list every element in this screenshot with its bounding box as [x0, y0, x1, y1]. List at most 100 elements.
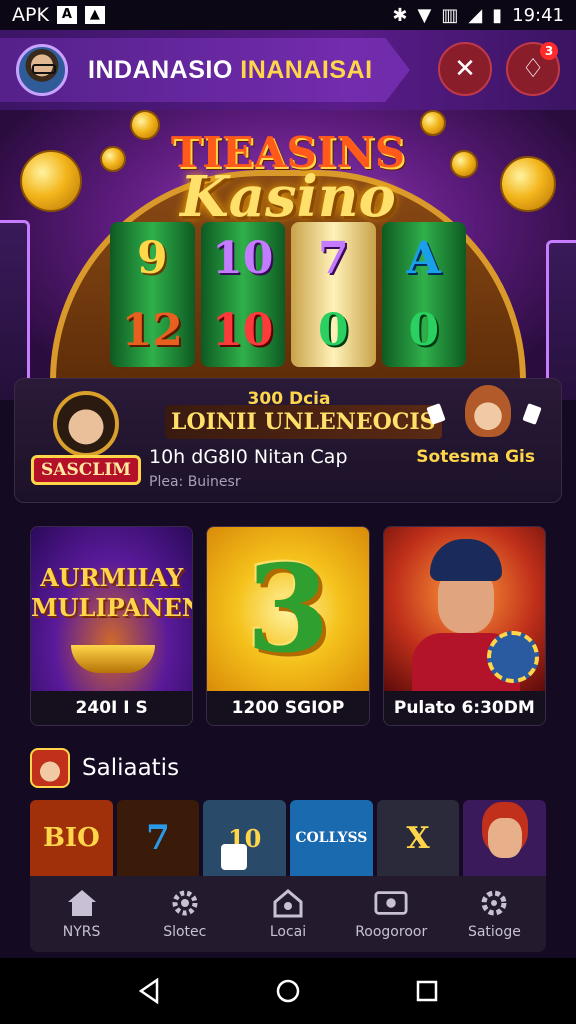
reel-symbol: 9	[136, 232, 168, 284]
player-crest: SASCLIM	[31, 389, 141, 499]
panel-heading: LOINII UNLENEOCIS	[165, 405, 442, 439]
close-button[interactable]: ✕	[438, 42, 492, 96]
player-subtitle: Plea: Buinesr	[149, 474, 241, 490]
back-button[interactable]	[129, 971, 169, 1011]
side-machine-right	[546, 240, 576, 400]
dealer-avatar	[465, 385, 511, 437]
reel-symbol: 12	[121, 305, 183, 357]
nav-item-home[interactable]: NYRS	[30, 876, 133, 952]
house-icon	[271, 888, 305, 918]
settings-icon	[477, 888, 511, 918]
notifications-button[interactable]: ♢ 3	[506, 42, 560, 96]
home-icon	[65, 888, 99, 918]
reel-symbol: 10	[212, 305, 274, 357]
mini-tile-text: BIO	[42, 823, 100, 853]
mini-tile-text: COLLYSS	[295, 830, 368, 846]
bottom-nav: NYRS Slotec Locai Roogoroor Satioge	[30, 876, 546, 952]
home-button[interactable]	[268, 971, 308, 1011]
screen-icon	[374, 888, 408, 918]
game-tiles: AURMIIAY MULIPANEN 240I I S 3 1200 SGIOP…	[30, 526, 546, 726]
reel-symbol: 0	[408, 305, 440, 357]
vibrate-icon: ▥	[441, 4, 459, 26]
nav-label: NYRS	[62, 924, 101, 940]
character-face	[487, 818, 522, 858]
tile-label: Pulato 6:30DM	[383, 691, 545, 725]
dice-icon	[221, 844, 248, 870]
system-nav-bar	[0, 958, 576, 1024]
mini-game-tile[interactable]: 7	[116, 800, 200, 876]
logo-main-text: Kasino	[180, 164, 396, 230]
reel: 9 12	[110, 222, 195, 367]
clock: 19:41	[512, 4, 564, 26]
notification-badge: 3	[540, 42, 558, 60]
game-tile[interactable]: 3 1200 SGIOP	[206, 526, 370, 726]
tile-title: AURMIIAY MULIPANEN	[31, 563, 194, 622]
tile-art: AURMIIAY MULIPANEN	[31, 527, 194, 693]
signal-icon: ◢	[468, 4, 483, 26]
hero-banner[interactable]: TIEASINS Kasino 9 12 10 10 7 0 A 0	[0, 110, 576, 400]
status-bar: APK A ▲ ✱ ▼ ▥ ◢ ▮ 19:41	[0, 0, 576, 30]
player-info: 10h dG8I0 Nitan Cap	[149, 446, 348, 468]
bell-icon: ♢	[521, 54, 545, 84]
tile-label: 240I I S	[31, 691, 193, 725]
nav-item-record[interactable]: Roogoroor	[340, 876, 443, 952]
slot-reels: 9 12 10 10 7 0 A 0	[110, 222, 466, 367]
mini-tile-text: 7	[146, 818, 170, 858]
mini-game-tile[interactable]: 10	[203, 800, 287, 876]
reel: A 0	[381, 222, 466, 367]
reel: 7 0	[291, 222, 376, 367]
avatar[interactable]	[16, 44, 68, 96]
mini-game-tile[interactable]: COLLYSS	[290, 800, 373, 876]
reel-symbol: A	[406, 232, 441, 284]
close-icon: ✕	[454, 54, 476, 84]
carrier-label: APK	[12, 4, 49, 26]
reel-symbol: 7	[317, 232, 349, 284]
bluetooth-icon: ✱	[392, 4, 408, 26]
nav-label: Locai	[269, 924, 307, 940]
reel-symbol: 0	[317, 305, 349, 357]
tile-art	[383, 527, 545, 693]
square-recents-icon	[416, 980, 437, 1002]
game-tile[interactable]: Pulato 6:30DM	[382, 526, 546, 726]
mini-game-tile[interactable]	[463, 800, 547, 876]
circle-home-icon	[276, 979, 300, 1003]
player-avatar	[53, 391, 119, 457]
nav-label: Slotec	[163, 924, 207, 940]
title-part-1: INDANASIO	[88, 55, 233, 84]
section-header: Saliaatis	[30, 748, 179, 788]
nav-label: Roogoroor	[355, 924, 428, 940]
dealer-label: Sotesma Gis	[416, 447, 535, 467]
nav-label: Satioge	[467, 924, 521, 940]
app-title: INDANASIO INANAISAI	[88, 56, 373, 85]
section-title: Saliaatis	[82, 755, 180, 781]
casino-chip-icon	[486, 631, 539, 683]
game-tile[interactable]: AURMIIAY MULIPANEN 240I I S	[30, 526, 194, 726]
app-header: INDANASIO INANAISAI ✕ ♢ 3	[0, 30, 576, 110]
crest-label: SASCLIM	[31, 455, 141, 485]
tile-label: 1200 SGIOP	[207, 691, 369, 725]
mini-game-tile[interactable]: X	[376, 800, 460, 876]
game-strip: BIO 7 10 COLLYSS X	[30, 800, 547, 876]
nav-item-local[interactable]: Locai	[236, 876, 339, 952]
mini-tile-text: X	[406, 820, 430, 856]
nav-item-slots[interactable]: Slotec	[133, 876, 236, 952]
mini-game-tile[interactable]: BIO	[30, 800, 113, 876]
title-part-2: INANAISAI	[240, 55, 373, 84]
section-icon	[30, 748, 70, 788]
side-machine-left	[0, 220, 30, 400]
gear-icon	[168, 888, 202, 918]
battery-icon: ▮	[492, 4, 503, 26]
recents-button[interactable]	[407, 971, 447, 1011]
player-panel[interactable]: 300 Dcia SASCLIM LOINII UNLENEOCIS 10h d…	[14, 378, 562, 503]
a-box-icon: A	[56, 6, 77, 24]
reel-symbol: 10	[212, 232, 274, 284]
character-hair	[429, 539, 502, 581]
wifi-icon: ▼	[417, 4, 432, 26]
tile-title: 3	[246, 539, 330, 680]
tile-art: 3	[207, 527, 369, 693]
photo-icon: ▲	[84, 6, 105, 24]
gold-bowl-icon	[71, 645, 155, 673]
reel: 10 10	[200, 222, 285, 367]
nav-item-settings[interactable]: Satioge	[443, 876, 546, 952]
back-icon	[139, 978, 159, 1004]
